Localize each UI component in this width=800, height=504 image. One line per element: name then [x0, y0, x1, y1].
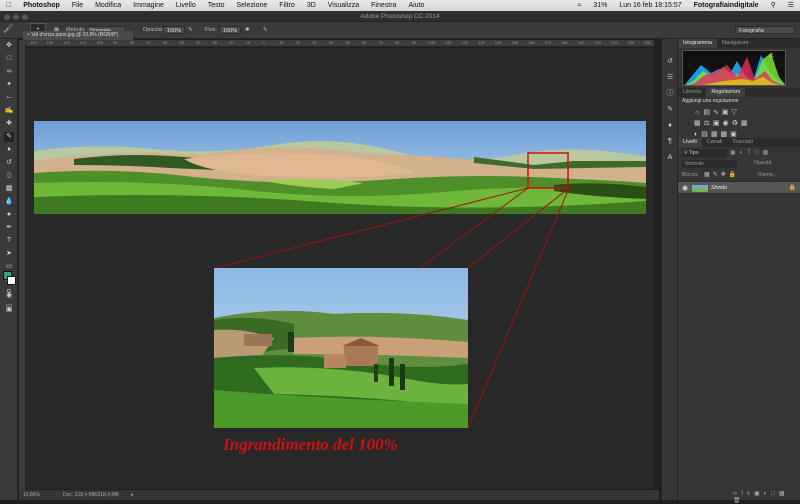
gradient-map-icon[interactable]: ▩ — [720, 131, 730, 138]
layer-row[interactable]: ◉ Sfondo 🔒 — [678, 181, 800, 194]
color-lookup-icon[interactable]: ▦ — [741, 120, 751, 127]
new-group-icon[interactable]: □ — [771, 491, 779, 497]
exposure-icon[interactable]: ▣ — [722, 109, 732, 116]
kind-filter-label: Tipo — [688, 150, 699, 156]
lock-icons: ▦✎✥🔒 — [704, 171, 739, 178]
hue-icon[interactable]: ▦ — [694, 120, 704, 127]
zoom-caption: Ingrandimento del 100% — [223, 435, 398, 454]
histogram-tabs: Istogramma Navigatore — [678, 39, 800, 48]
layer-name[interactable]: Sfondo — [711, 185, 727, 191]
tab-livelli[interactable]: Livelli — [678, 138, 702, 147]
fx-icon[interactable]: fx — [741, 491, 754, 497]
layers-tabs: Livelli Canali Tracciati — [678, 138, 800, 147]
status-bar: 10,86% Doc: 318,4 MB/318,4 MB ▸ — [19, 490, 659, 500]
zoomed-image[interactable] — [214, 268, 468, 428]
warning-icon[interactable]: ⚠ — [769, 52, 774, 59]
lock-all-icon[interactable]: 🔒 — [729, 172, 739, 178]
posterize-icon[interactable]: ▤ — [701, 131, 711, 138]
layer-kind-filter[interactable]: ⚲ Tipo — [682, 149, 727, 157]
layer-visibility-icon[interactable]: ◉ — [682, 184, 688, 192]
dock-brush-icon[interactable]: ✎ — [665, 105, 675, 115]
tab-tracciati[interactable]: Tracciati — [727, 138, 758, 147]
dock-character-icon[interactable]: A — [665, 153, 675, 163]
lock-pixels-icon[interactable]: ▦ — [704, 172, 713, 178]
dock-clone-icon[interactable]: ♦ — [665, 121, 675, 131]
tab-canali[interactable]: Canali — [702, 138, 728, 147]
layer-thumbnail[interactable] — [692, 185, 708, 192]
channel-mixer-icon[interactable]: ♻ — [732, 120, 741, 127]
filter-smart-icon[interactable]: ▦ — [763, 150, 773, 156]
layer-filter-icons: ▣◐T□▦ — [730, 149, 772, 156]
layer-opacity-label: Opacità: — [754, 160, 773, 166]
lock-label: Blocca: — [682, 172, 699, 178]
lock-move-icon[interactable]: ✥ — [721, 172, 729, 178]
selective-color-icon[interactable]: ▣ — [730, 131, 740, 138]
zoomed-landscape — [214, 268, 468, 428]
adjustments-tabs: Librerie Regolazioni — [678, 88, 800, 97]
levels-icon[interactable]: ▤ — [703, 109, 713, 116]
curves-icon[interactable]: ∿ — [713, 109, 722, 116]
tab-istogramma[interactable]: Istogramma — [678, 39, 718, 48]
brightness-icon[interactable]: ☼ — [694, 109, 703, 116]
bw-icon[interactable]: ▣ — [713, 120, 723, 127]
adjustment-icons: ☼▤∿▣▽ ▦⚖▣◉♻▦ ◐▤▦▩▣ — [694, 107, 784, 140]
adjustments-heading: Aggiungi una regolazione — [682, 98, 739, 104]
dock-info-icon[interactable]: ⓘ — [665, 89, 675, 99]
dock-history-icon[interactable]: ↺ — [665, 57, 675, 67]
filter-type-icon[interactable]: T — [747, 150, 755, 156]
histogram-graph: ⚠ — [682, 50, 786, 86]
dock-paragraph-icon[interactable]: ¶ — [665, 137, 675, 147]
tab-navigatore[interactable]: Navigatore — [717, 39, 754, 48]
color-balance-icon[interactable]: ⚖ — [704, 120, 713, 127]
filter-search-icon: ⚲ — [684, 150, 688, 156]
zoom-level[interactable]: 10,86% — [23, 490, 40, 500]
dock-properties-icon[interactable]: ☰ — [665, 73, 675, 83]
blend-mode-dropdown[interactable]: Normale — [682, 160, 737, 168]
layers-footer-icons: ∞fx▣◐□▦🗑 — [733, 490, 800, 504]
mask-icon[interactable]: ▣ — [754, 491, 764, 497]
filter-pixel-icon[interactable]: ▣ — [730, 150, 740, 156]
fill-label: Riemp.: — [758, 172, 776, 178]
new-layer-icon[interactable]: ▦ — [779, 491, 789, 497]
tab-librerie[interactable]: Librerie — [678, 88, 706, 97]
layer-lock-icon: 🔒 — [788, 185, 796, 191]
panel-dock: ↺ ☰ ⓘ ✎ ♦ ¶ A — [661, 39, 677, 500]
right-panels: Istogramma Navigatore ⚠ Librerie Regolaz… — [677, 39, 800, 504]
lock-paint-icon[interactable]: ✎ — [713, 172, 721, 178]
trash-icon[interactable]: 🗑 — [733, 498, 745, 504]
tab-regolazioni[interactable]: Regolazioni — [706, 88, 746, 97]
doc-size-info[interactable]: Doc: 318,4 MB/318,4 MB — [63, 490, 119, 500]
status-arrow-icon[interactable]: ▸ — [131, 490, 134, 500]
vibrance-icon[interactable]: ▽ — [732, 109, 740, 116]
filter-shape-icon[interactable]: □ — [755, 150, 763, 156]
photo-filter-icon[interactable]: ◉ — [723, 120, 732, 127]
